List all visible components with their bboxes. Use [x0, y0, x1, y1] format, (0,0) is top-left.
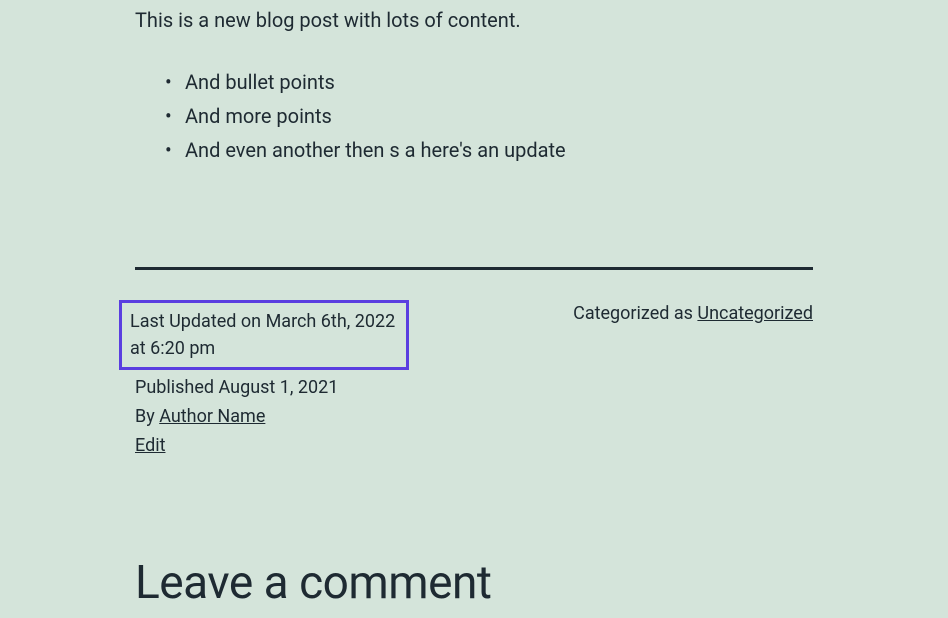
by-prefix: By — [135, 406, 159, 427]
post-intro: This is a new blog post with lots of con… — [135, 5, 813, 35]
last-updated-text: Last Updated on March 6th, 2022 at 6:20 … — [130, 311, 395, 359]
list-item: And even another then s a here's an upda… — [185, 133, 813, 167]
published-date: August 1, 2021 — [219, 377, 339, 398]
list-item: And more points — [185, 99, 813, 133]
category-link[interactable]: Uncategorized — [697, 303, 813, 324]
leave-comment-heading: Leave a comment — [135, 556, 813, 610]
edit-link[interactable]: Edit — [135, 435, 165, 456]
author-line: By Author Name — [135, 403, 533, 430]
author-link[interactable]: Author Name — [159, 406, 265, 427]
published-prefix: Published — [135, 377, 219, 398]
categorized-prefix: Categorized as — [573, 303, 697, 324]
post-meta: Last Updated on March 6th, 2022 at 6:20 … — [135, 300, 813, 461]
last-updated-highlight: Last Updated on March 6th, 2022 at 6:20 … — [119, 300, 409, 370]
published-line: Published August 1, 2021 — [135, 374, 533, 401]
list-item: And bullet points — [185, 65, 813, 99]
bullet-list: And bullet points And more points And ev… — [185, 65, 813, 167]
content-separator — [135, 267, 813, 270]
